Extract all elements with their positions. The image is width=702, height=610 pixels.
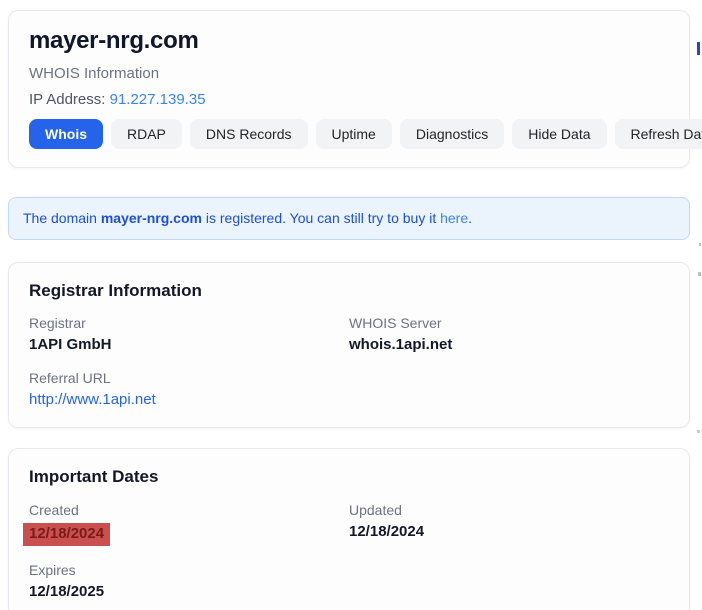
created-date-highlighted: 12/18/2024 [23, 523, 110, 546]
clipped-content-fragment [697, 42, 700, 55]
field-empty [349, 562, 669, 601]
field-referral-url: Referral URL http://www.1api.net [29, 370, 349, 409]
field-empty [349, 370, 669, 409]
banner-text-after: . [468, 210, 472, 226]
registrar-field-grid: Registrar 1API GmbH WHOIS Server whois.1… [29, 315, 669, 409]
field-value: 12/18/2024 [349, 523, 669, 541]
clipped-content-fragment [699, 243, 701, 246]
banner-text-before: The domain [23, 210, 101, 226]
tab-whois[interactable]: Whois [29, 119, 103, 149]
field-label: Created [29, 502, 349, 518]
ip-address-line: IP Address: 91.227.139.35 [29, 91, 669, 108]
tab-bar: Whois RDAP DNS Records Uptime Diagnostic… [29, 119, 669, 149]
banner-domain: mayer-nrg.com [101, 210, 202, 226]
dates-card-title: Important Dates [29, 467, 669, 487]
whois-subtitle: WHOIS Information [29, 65, 669, 82]
clipped-content-fragment [697, 430, 700, 433]
field-whois-server: WHOIS Server whois.1api.net [349, 315, 669, 354]
field-registrar: Registrar 1API GmbH [29, 315, 349, 354]
field-updated: Updated 12/18/2024 [349, 502, 669, 546]
field-label: Expires [29, 562, 349, 578]
page-title: mayer-nrg.com [29, 27, 669, 55]
clipped-content-fragment [698, 272, 701, 276]
tab-rdap[interactable]: RDAP [111, 119, 182, 149]
ip-address-label: IP Address: [29, 91, 110, 108]
tab-hide-data[interactable]: Hide Data [512, 119, 606, 149]
field-value: 1API GmbH [29, 336, 349, 354]
field-label: Updated [349, 502, 669, 518]
ip-address-link[interactable]: 91.227.139.35 [110, 91, 206, 108]
tab-refresh-data[interactable]: Refresh Data [615, 119, 702, 149]
tab-diagnostics[interactable]: Diagnostics [400, 119, 504, 149]
field-label: Registrar [29, 315, 349, 331]
buy-here-link[interactable]: here [440, 210, 468, 226]
field-expires: Expires 12/18/2025 [29, 562, 349, 601]
important-dates-card: Important Dates Created 12/18/2024 Updat… [8, 448, 690, 610]
registrar-card-title: Registrar Information [29, 281, 669, 301]
banner-text-middle: is registered. You can still try to buy … [202, 210, 440, 226]
dates-field-grid: Created 12/18/2024 Updated 12/18/2024 Ex… [29, 502, 669, 601]
whois-page: mayer-nrg.com WHOIS Information IP Addre… [0, 0, 702, 610]
field-label: WHOIS Server [349, 315, 669, 331]
tab-dns-records[interactable]: DNS Records [190, 119, 308, 149]
tab-uptime[interactable]: Uptime [316, 119, 392, 149]
field-value: whois.1api.net [349, 336, 669, 354]
referral-url-link[interactable]: http://www.1api.net [29, 391, 156, 408]
registrar-information-card: Registrar Information Registrar 1API Gmb… [8, 262, 690, 429]
field-label: Referral URL [29, 370, 349, 386]
field-created: Created 12/18/2024 [29, 502, 349, 546]
registered-notice-banner: The domain mayer-nrg.com is registered. … [8, 197, 690, 240]
field-value: 12/18/2025 [29, 583, 349, 601]
domain-header-card: mayer-nrg.com WHOIS Information IP Addre… [8, 10, 690, 168]
